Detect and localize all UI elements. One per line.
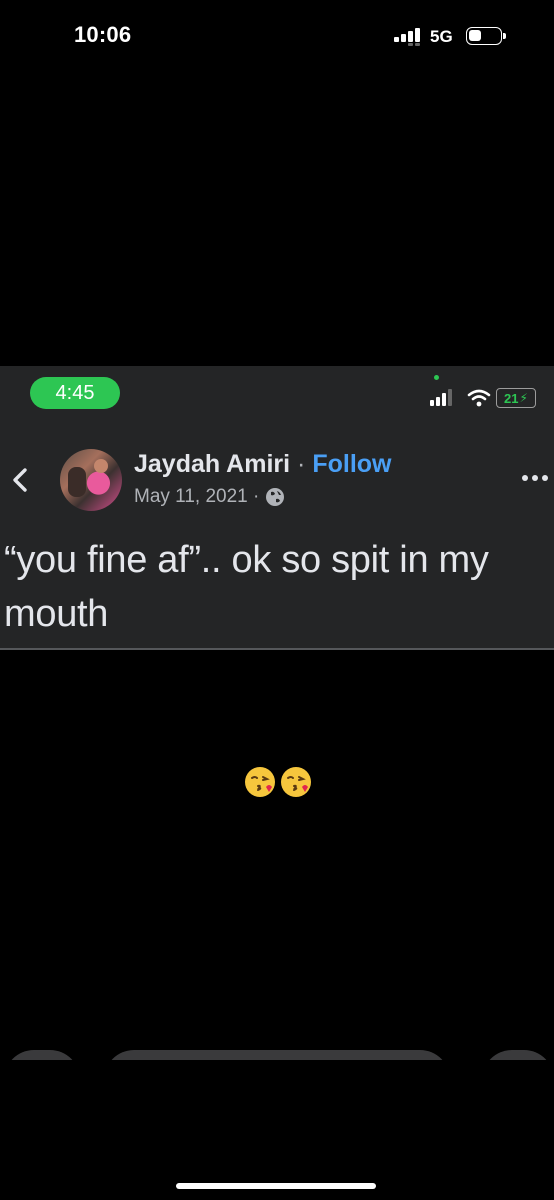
network-type: 5G: [430, 27, 453, 46]
wifi-icon: [467, 389, 491, 407]
post-meta: May 11, 2021 ·: [134, 486, 285, 508]
kissing-face-icon: [245, 767, 275, 797]
inner-signal-icon: [430, 389, 452, 406]
avatar[interactable]: [60, 449, 122, 511]
divider: [0, 648, 554, 650]
privacy-indicator-dot: [434, 375, 439, 380]
kissing-face-icon: [281, 767, 311, 797]
caption-emojis: [244, 766, 312, 798]
cellular-signal-icon: [394, 28, 420, 46]
author-name[interactable]: Jaydah Amiri: [134, 450, 290, 478]
bottom-fade: [0, 1060, 554, 1200]
home-indicator[interactable]: [176, 1183, 376, 1189]
post-header: Jaydah Amiri · Follow: [134, 450, 391, 479]
post-date[interactable]: May 11, 2021 ·: [134, 486, 259, 508]
follow-button[interactable]: Follow: [312, 450, 391, 478]
back-chevron-icon[interactable]: [8, 462, 32, 498]
inner-battery-icon: 21 ⚡︎: [496, 388, 536, 408]
globe-icon: [266, 488, 285, 506]
separator: ·: [297, 450, 306, 478]
more-options-icon[interactable]: [520, 472, 550, 484]
post-text: “you fine af”.. ok so spit in my mouth: [4, 539, 489, 635]
status-bar-time: 10:06: [74, 22, 132, 47]
battery-icon: [466, 27, 506, 45]
inner-status-time: 4:45: [30, 377, 120, 409]
